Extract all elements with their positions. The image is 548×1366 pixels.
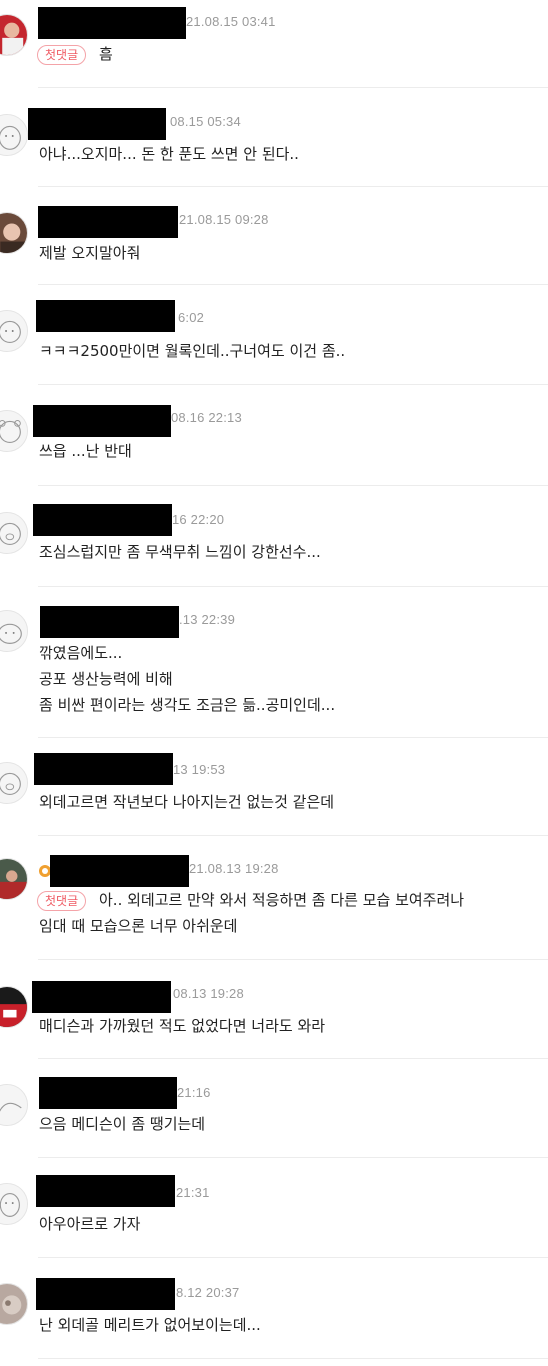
comment-text: 아냐...오지마... 돈 한 푼도 쓰면 안 된다.. [39,145,299,163]
divider [38,959,548,960]
avatar[interactable] [0,14,28,56]
first-comment-badge: 첫댓글 [37,45,87,65]
first-comment-badge: 첫댓글 [37,891,87,911]
comment-text: 아.. 외데고르 만약 와서 적응하면 좀 다른 모습 보여주려나 [99,891,465,909]
comment-timestamp: 21.08.15 03:41 [186,14,276,29]
divider [38,485,548,486]
comment-text: 매디슨과 가까웠던 적도 없었다면 너라도 와라 [39,1017,326,1035]
author-name-redacted [36,300,175,332]
author-name-redacted [36,1278,175,1310]
author-name-redacted [34,753,173,785]
author-name-redacted [33,405,171,437]
comment-text: 난 외데골 메리트가 없어보이는데... [39,1316,261,1334]
comment-text: 제발 오지말아줘 [39,244,141,262]
comment-text: 흠 [99,45,113,63]
avatar[interactable] [0,1183,28,1225]
divider [38,835,548,836]
comment-timestamp: 13 19:53 [173,762,226,777]
avatar[interactable] [0,858,28,900]
divider [38,186,548,187]
divider [38,586,548,587]
author-name-redacted [50,855,189,887]
comment-text: ㅋㅋㅋ2500만이면 월록인데..구너여도 이건 좀.. [39,342,346,360]
comment-text-line: 임대 때 모습으론 너무 아쉬운데 [39,917,238,935]
comment-text: 쓰읍 ...난 반대 [39,442,132,460]
comment-timestamp: 6:02 [178,310,205,325]
comment-text: 외데고르면 작년보다 나아지는건 없는것 같은데 [39,793,335,811]
divider [38,737,548,738]
author-name-redacted [38,7,186,39]
divider [38,1157,548,1158]
author-name-redacted [32,981,171,1013]
divider [38,384,548,385]
comment-timestamp: 8.12 20:37 [176,1285,240,1300]
avatar[interactable] [0,762,28,804]
comment-text: 으음 메디슨이 좀 땡기는데 [39,1115,206,1133]
avatar[interactable] [0,114,28,156]
comment-timestamp: 21:31 [176,1185,210,1200]
avatar[interactable] [0,310,28,352]
comment-text: 조심스럽지만 좀 무색무취 느낌이 강한선수... [39,543,321,561]
divider [38,1058,548,1059]
comment-timestamp: 16 22:20 [172,512,225,527]
author-name-redacted [36,1175,175,1207]
author-name-redacted [33,504,172,536]
comment-timestamp: 21:16 [177,1085,211,1100]
divider [38,87,548,88]
avatar[interactable] [0,512,28,554]
comment-text-line: 좀 비싼 편이라는 생각도 조금은 듦..공미인데... [39,696,336,714]
comment-timestamp: .13 22:39 [179,612,236,627]
comment-timestamp: 08.15 05:34 [170,114,241,129]
divider [38,1257,548,1258]
avatar[interactable] [0,1283,28,1325]
divider [38,284,548,285]
avatar[interactable] [0,986,28,1028]
author-name-redacted [39,1077,177,1109]
comment-timestamp: 21.08.15 09:28 [179,212,269,227]
avatar[interactable] [0,610,28,652]
author-name-redacted [28,108,166,140]
comment-timestamp: 08.16 22:13 [171,410,242,425]
comment-timestamp: 08.13 19:28 [173,986,244,1001]
author-name-redacted [40,606,179,638]
comment-text: 아우아르로 가자 [39,1215,141,1233]
avatar[interactable] [0,1084,28,1126]
author-name-redacted [38,206,178,238]
divider [38,1358,548,1359]
avatar[interactable] [0,410,28,452]
comment-timestamp: 21.08.13 19:28 [189,861,279,876]
avatar[interactable] [0,212,28,254]
comment-text-line: 깎였음에도... [39,644,123,662]
comment-text-line: 공포 생산능력에 비해 [39,670,173,688]
